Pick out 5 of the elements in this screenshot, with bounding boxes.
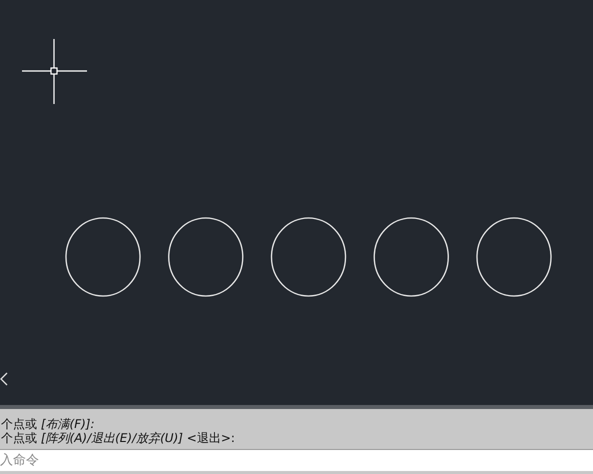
crosshair-cursor (22, 39, 87, 104)
command-history-line: 个点或 [阵列(A)/退出(E)/放弃(U)] <退出>: (0, 431, 236, 445)
command-input-field[interactable]: 入命令 (0, 449, 593, 471)
chevron-left-icon[interactable] (0, 372, 8, 386)
command-history-line: 个点或 [布满(F)]: (0, 417, 96, 431)
